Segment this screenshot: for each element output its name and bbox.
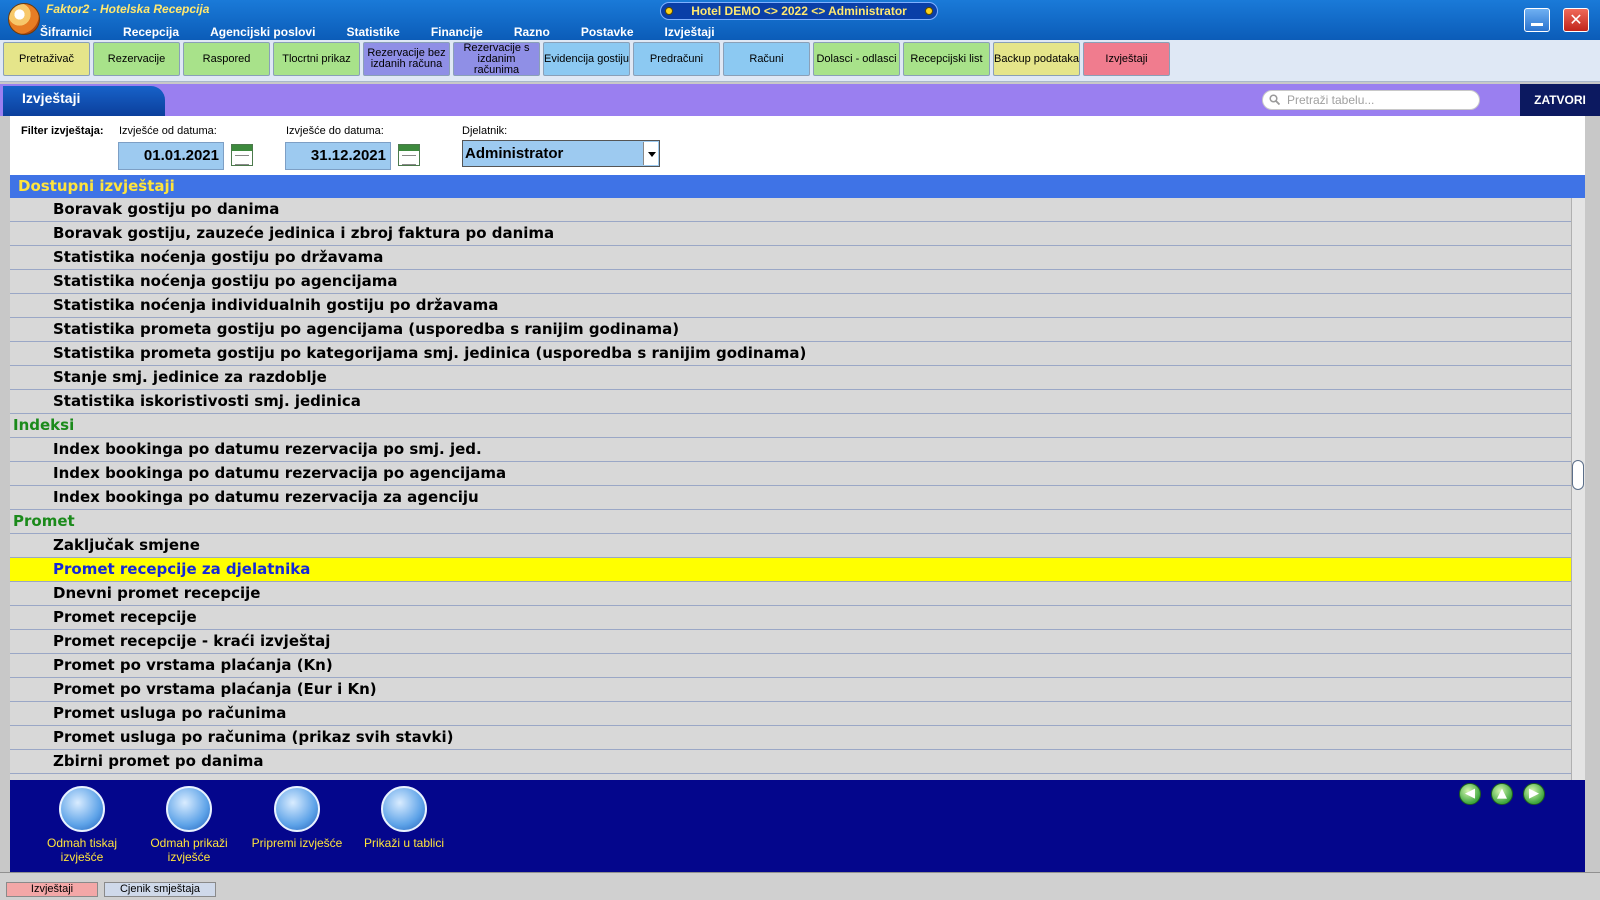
- arrow-left-icon[interactable]: ◀: [1459, 783, 1481, 805]
- filter-label: Filter izvještaja:: [21, 125, 104, 137]
- action-button[interactable]: Prikaži u tablici: [354, 786, 454, 850]
- report-row[interactable]: Index bookinga po datumu rezervacija po …: [10, 462, 1585, 486]
- arrow-right-icon[interactable]: ▶: [1523, 783, 1545, 805]
- list-header-label: Dostupni izvještaji: [18, 177, 175, 195]
- category-row[interactable]: Promet: [10, 510, 1585, 534]
- employee-select[interactable]: Administrator: [462, 140, 660, 167]
- search-icon: [1269, 94, 1280, 105]
- toolbar-button[interactable]: Evidencija gostiju: [543, 42, 630, 76]
- close-panel-button[interactable]: ZATVORI: [1520, 84, 1600, 116]
- action-label: Odmah tiskaj izvješće: [46, 836, 118, 864]
- scrollbar[interactable]: [1571, 198, 1585, 780]
- calendar-icon[interactable]: [398, 144, 420, 166]
- toolbar-button[interactable]: Dolasci - odlasci: [813, 42, 900, 76]
- employee-label: Djelatnik:: [462, 125, 508, 137]
- menu-item[interactable]: Financije: [421, 24, 493, 40]
- window-caption: Hotel DEMO <> 2022 <> Administrator: [660, 2, 938, 20]
- report-row[interactable]: Promet recepcije - kraći izvještaj: [10, 630, 1585, 654]
- arrow-up-icon[interactable]: ▲: [1491, 783, 1513, 805]
- from-date-field[interactable]: 01.01.2021: [118, 142, 224, 170]
- printer-icon: [59, 786, 105, 832]
- report-row[interactable]: Zbirni promet po danima: [10, 750, 1585, 774]
- bottom-tab[interactable]: Izvještaji: [6, 882, 98, 897]
- report-list: Boravak gostiju po danima Boravak gostiju…: [10, 198, 1585, 780]
- menu-item[interactable]: Šifrarnici: [30, 24, 102, 40]
- toolbar-button[interactable]: Izvještaji: [1083, 42, 1170, 76]
- menu-item[interactable]: Agencijski poslovi: [200, 24, 325, 40]
- toolbar-button[interactable]: Recepcijski list: [903, 42, 990, 76]
- menu-bar: Šifrarnici Recepcija Agencijski poslovi Sta…: [30, 24, 736, 40]
- toolbar-button[interactable]: Rezervacije: [93, 42, 180, 76]
- report-row[interactable]: Statistika noćenja individualnih gostiju…: [10, 294, 1585, 318]
- table-view-icon: [381, 786, 427, 832]
- category-row[interactable]: Indeksi: [10, 414, 1585, 438]
- toolbar-button[interactable]: Tlocrtni prikaz: [273, 42, 360, 76]
- report-row[interactable]: Statistika noćenja gostiju po državama: [10, 246, 1585, 270]
- report-rows: Boravak gostiju po danima Boravak gostiju…: [10, 198, 1585, 774]
- minimize-button[interactable]: [1524, 8, 1550, 32]
- panel-title: Izvještaji: [22, 90, 81, 106]
- report-row[interactable]: Boravak gostiju, zauzeće jedinica i zbro…: [10, 222, 1585, 246]
- menu-item[interactable]: Postavke: [571, 24, 644, 40]
- report-row[interactable]: Stanje smj. jedinice za razdoblje: [10, 366, 1585, 390]
- bottom-tab[interactable]: Cjenik smještaja: [104, 882, 216, 897]
- toolbar-button[interactable]: Pretraživač: [3, 42, 90, 76]
- toolbar: Pretraživač Rezervacije Raspored Tlocrtni p…: [0, 40, 1600, 82]
- minimize-icon: [1531, 23, 1543, 26]
- report-row[interactable]: Boravak gostiju po danima: [10, 198, 1585, 222]
- toolbar-button[interactable]: Rezervacije bez izdanih računa: [363, 42, 450, 76]
- scrollbar-thumb[interactable]: [1572, 460, 1584, 490]
- search-input[interactable]: [1287, 92, 1472, 108]
- report-row[interactable]: Zaključak smjene: [10, 534, 1585, 558]
- caption-text: Hotel DEMO <> 2022 <> Administrator: [691, 4, 907, 18]
- caption-dot-icon: [925, 7, 933, 15]
- action-button[interactable]: Pripremi izvješće: [247, 786, 347, 850]
- report-row[interactable]: Statistika iskoristivosti smj. jedinica: [10, 390, 1585, 414]
- prepare-print-icon: [274, 786, 320, 832]
- from-date-label: Izvješće od datuma:: [119, 125, 217, 137]
- action-label: Odmah prikaži izvješće: [150, 836, 228, 864]
- panel-header: Izvještaji ZATVORI: [0, 84, 1600, 116]
- report-row[interactable]: Promet po vrstama plaćanja (Kn): [10, 654, 1585, 678]
- toolbar-button[interactable]: Rezervacije s izdanim računima: [453, 42, 540, 76]
- report-filter: Filter izvještaja: Izvješće od datuma: 0…: [10, 116, 1585, 175]
- to-date-field[interactable]: 31.12.2021: [285, 142, 391, 170]
- caption-dot-icon: [665, 7, 673, 15]
- report-row[interactable]: Promet recepcije: [10, 606, 1585, 630]
- action-button[interactable]: Odmah prikaži izvješće: [139, 786, 239, 864]
- report-row[interactable]: Promet po vrstama plaćanja (Eur i Kn): [10, 678, 1585, 702]
- action-label: Pripremi izvješće: [251, 836, 343, 850]
- action-button[interactable]: Odmah tiskaj izvješće: [32, 786, 132, 864]
- report-row[interactable]: Statistika noćenja gostiju po agencijama: [10, 270, 1585, 294]
- report-row[interactable]: Statistika prometa gostiju po agencijama…: [10, 318, 1585, 342]
- title-bar: Faktor2 - Hotelska Recepcija Hotel DEMO …: [0, 0, 1600, 40]
- menu-item[interactable]: Statistike: [336, 24, 409, 40]
- report-row[interactable]: Promet recepcije za djelatnika: [10, 558, 1585, 582]
- toolbar-button[interactable]: Računi: [723, 42, 810, 76]
- calendar-icon[interactable]: [231, 144, 253, 166]
- action-label: Prikaži u tablici: [363, 836, 445, 850]
- toolbar-button[interactable]: Backup podataka: [993, 42, 1080, 76]
- report-row[interactable]: Index bookinga po datumu rezervacija po …: [10, 438, 1585, 462]
- search-box[interactable]: [1262, 90, 1480, 110]
- menu-item[interactable]: Izvještaji: [655, 24, 725, 40]
- report-row[interactable]: Dnevni promet recepcije: [10, 582, 1585, 606]
- chevron-down-icon[interactable]: [643, 142, 658, 165]
- report-row[interactable]: Statistika prometa gostiju po kategorija…: [10, 342, 1585, 366]
- toolbar-button[interactable]: Predračuni: [633, 42, 720, 76]
- employee-select-value: Administrator: [465, 145, 564, 162]
- menu-item[interactable]: Recepcija: [113, 24, 189, 40]
- report-row[interactable]: Promet usluga po računima: [10, 702, 1585, 726]
- app-title: Faktor2 - Hotelska Recepcija: [46, 2, 210, 16]
- report-row[interactable]: Index bookinga po datumu rezervacija za …: [10, 486, 1585, 510]
- menu-item[interactable]: Razno: [504, 24, 560, 40]
- action-panel: Odmah tiskaj izvješće Odmah prikaži izvje…: [10, 780, 1585, 872]
- close-window-button[interactable]: ✕: [1563, 8, 1589, 32]
- document-preview-icon: [166, 786, 212, 832]
- to-date-label: Izvješće do datuma:: [286, 125, 384, 137]
- toolbar-button[interactable]: Raspored: [183, 42, 270, 76]
- bottom-tab-strip: Izvještaji Cjenik smještaja: [0, 872, 1600, 900]
- report-row[interactable]: Promet usluga po računima (prikaz svih s…: [10, 726, 1585, 750]
- list-header: Dostupni izvještaji: [10, 175, 1585, 198]
